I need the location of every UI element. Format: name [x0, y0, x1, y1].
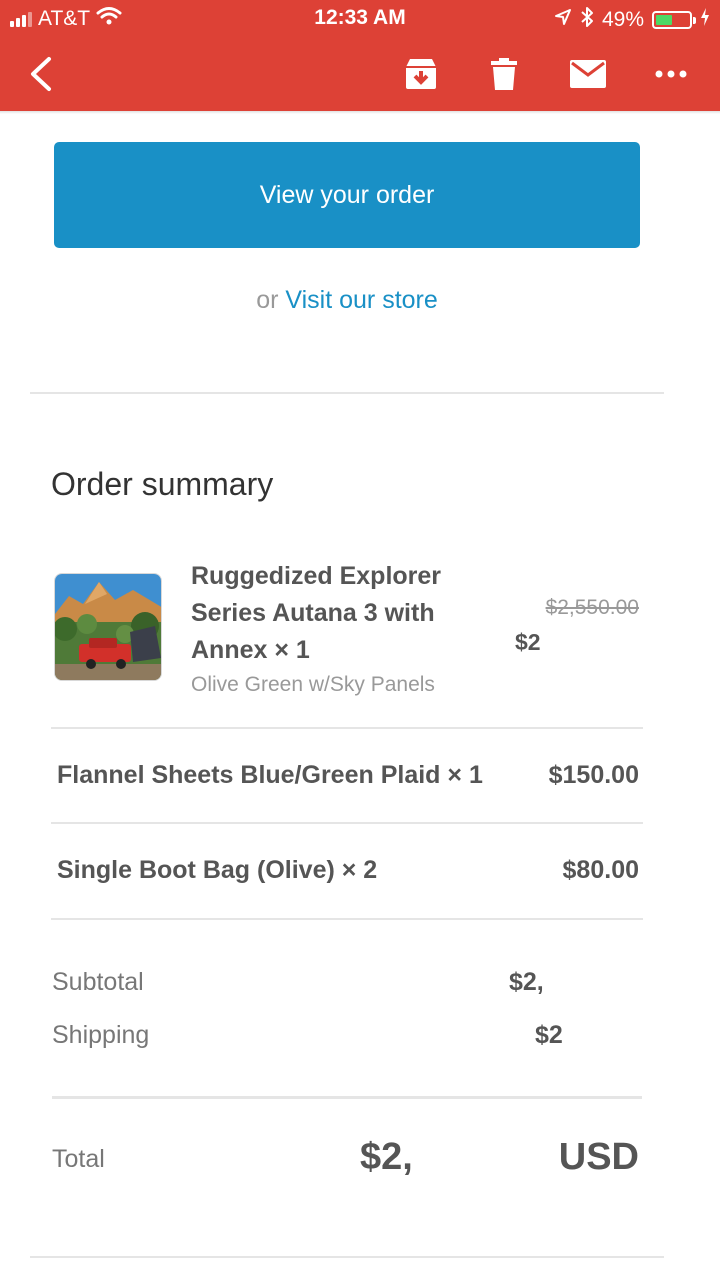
subtotal-label: Subtotal	[52, 968, 144, 996]
product-price: $2	[515, 629, 541, 655]
row-divider	[51, 822, 643, 824]
app-bar-shadow	[0, 111, 720, 114]
product-variant: Olive Green w/Sky Panels	[191, 673, 435, 696]
shipping-label: Shipping	[52, 1021, 150, 1049]
store-line: or Visit our store	[0, 286, 694, 315]
trash-icon[interactable]	[482, 54, 526, 94]
battery-icon	[652, 11, 696, 29]
total-currency: USD	[558, 1136, 639, 1178]
product-name: Ruggedized Explorer Series Autana 3 with…	[191, 562, 442, 664]
battery-fill	[656, 15, 672, 25]
bluetooth-icon	[580, 6, 594, 34]
status-bar: AT&T 12:33 AM 49%	[0, 0, 720, 36]
back-icon[interactable]	[18, 54, 62, 94]
line-item-price: $80.00	[562, 856, 639, 884]
location-arrow-icon	[554, 8, 572, 32]
charging-icon	[700, 7, 710, 33]
line-item-name: Single Boot Bag (Olive) × 2	[57, 856, 378, 884]
order-summary-title: Order summary	[51, 466, 274, 502]
line-item-price: $150.00	[548, 761, 639, 789]
total-divider	[52, 1096, 642, 1099]
product-thumbnail	[54, 573, 162, 681]
line-item-name: Flannel Sheets Blue/Green Plaid × 1	[57, 761, 483, 789]
total-label: Total	[52, 1145, 105, 1173]
row-divider	[51, 918, 643, 920]
total-value: $2,	[360, 1136, 413, 1178]
section-divider-bottom	[30, 1256, 664, 1258]
visit-store-link[interactable]: Visit our store	[285, 286, 437, 314]
more-icon[interactable]	[649, 54, 693, 94]
subtotal-value: $2,	[509, 968, 544, 996]
or-text: or	[256, 286, 279, 314]
shipping-value: $2	[535, 1021, 563, 1049]
row-divider	[51, 727, 643, 729]
status-right: 49%	[554, 6, 710, 34]
original-price: $2,550.00	[545, 596, 639, 619]
mail-icon[interactable]	[566, 54, 610, 94]
view-order-button[interactable]: View your order	[54, 142, 640, 248]
battery-percent: 49%	[601, 8, 644, 31]
section-divider	[30, 392, 664, 394]
app-bar	[0, 36, 720, 111]
archive-icon[interactable]	[399, 54, 443, 94]
